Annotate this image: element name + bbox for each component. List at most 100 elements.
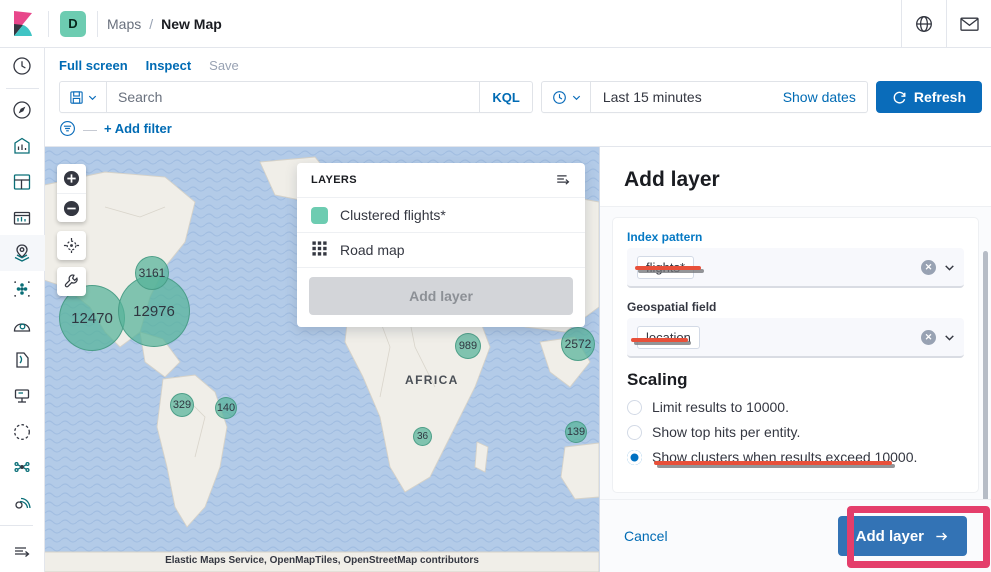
scaling-option-limit[interactable]: Limit results to 10000.	[627, 399, 964, 415]
add-layer-flyout: Add layer Index pattern flights* ✕ Geosp…	[599, 147, 991, 572]
kibana-logo-icon[interactable]	[0, 0, 48, 48]
zoom-in-button[interactable]	[57, 164, 86, 193]
query-language-button[interactable]: KQL	[479, 81, 531, 113]
fit-to-data-control	[57, 231, 86, 260]
sidebar-item-apm[interactable]	[0, 378, 45, 414]
sidebar-item-visualize[interactable]	[0, 128, 45, 164]
chevron-down-icon[interactable]	[943, 331, 956, 344]
grid-tiles-icon	[311, 240, 328, 260]
cancel-button[interactable]: Cancel	[624, 528, 668, 544]
saved-query-popover-button[interactable]	[60, 81, 107, 113]
radio-button-selected[interactable]	[627, 449, 642, 465]
map-attribution: Elastic Maps Service, OpenMapTiles, Open…	[165, 555, 479, 566]
sidebar-item-maps[interactable]	[0, 235, 45, 272]
radio-button[interactable]	[627, 399, 642, 415]
primary-sidebar	[0, 48, 45, 572]
fit-to-data-button[interactable]	[57, 231, 86, 260]
app-toolbar: Full screen Inspect Save Search KQL Last…	[45, 48, 991, 147]
add-layer-submit-label: Add layer	[855, 527, 924, 545]
layers-panel-title: LAYERS	[311, 174, 358, 186]
radio-button[interactable]	[627, 424, 642, 440]
clock-icon	[552, 90, 566, 104]
breadcrumb-maps[interactable]: Maps	[107, 16, 141, 32]
geospatial-field-label: Geospatial field	[627, 300, 717, 314]
add-layer-submit-button[interactable]: Add layer	[837, 516, 967, 556]
crosshair-icon	[63, 237, 80, 254]
sidebar-item-recently-viewed[interactable]	[0, 48, 45, 84]
sidebar-item-dashboard[interactable]	[0, 164, 45, 200]
mail-icon[interactable]	[946, 0, 991, 48]
layer-swatch-icon	[311, 206, 328, 224]
cluster-marker[interactable]: 3161	[135, 256, 169, 290]
scaling-title: Scaling	[627, 370, 688, 389]
map-tools-control	[57, 267, 86, 296]
sidebar-item-logs[interactable]	[0, 342, 45, 378]
layer-item-clustered-flights[interactable]: Clustered flights*	[297, 198, 585, 233]
sidebar-divider-bottom	[0, 525, 33, 526]
breadcrumb-separator: /	[149, 15, 154, 32]
inspect-button[interactable]: Inspect	[146, 58, 192, 73]
wrench-icon	[64, 274, 78, 288]
layer-settings-card: Index pattern flights* ✕ Geospatial fiel…	[612, 217, 979, 493]
index-pattern-label: Index pattern	[627, 230, 703, 244]
sidebar-footer	[0, 521, 45, 572]
search-bar[interactable]: Search KQL	[59, 81, 533, 113]
header-actions	[901, 0, 991, 48]
annotation-underline-scaling-option	[654, 461, 892, 465]
cluster-marker[interactable]: 36	[413, 427, 432, 446]
cluster-marker[interactable]: 989	[455, 333, 481, 359]
breadcrumb: Maps / New Map	[98, 16, 222, 32]
arrow-right-icon	[936, 532, 948, 540]
collapse-right-icon[interactable]	[555, 171, 571, 190]
flyout-footer: Cancel Add layer	[600, 499, 991, 572]
clear-circle-icon[interactable]: ✕	[921, 259, 936, 275]
cluster-marker[interactable]: 139	[565, 421, 587, 443]
cluster-marker[interactable]: 2572	[561, 327, 595, 361]
add-filter-button[interactable]: + Add filter	[104, 121, 172, 136]
cluster-marker[interactable]: 140	[215, 397, 237, 419]
map-tools-button[interactable]	[57, 267, 86, 296]
flyout-scrollbar[interactable]	[983, 251, 988, 499]
scaling-option-label: Show top hits per entity.	[652, 424, 801, 440]
zoom-out-button[interactable]	[57, 193, 86, 222]
time-picker[interactable]: Last 15 minutes Show dates	[540, 81, 868, 113]
refresh-button[interactable]: Refresh	[875, 81, 982, 113]
layer-item-road-map[interactable]: Road map	[297, 233, 585, 268]
search-input[interactable]: Search	[107, 89, 479, 105]
filter-separator: —	[83, 120, 97, 137]
annotation-underline-geospatial-field	[631, 338, 688, 342]
help-icon[interactable]	[901, 0, 946, 48]
show-dates-button[interactable]: Show dates	[772, 89, 867, 105]
space-avatar[interactable]: D	[60, 10, 86, 37]
flyout-body: Index pattern flights* ✕ Geospatial fiel…	[600, 207, 991, 499]
sidebar-item-siem[interactable]	[0, 450, 45, 486]
sidebar-item-discover[interactable]	[0, 93, 45, 129]
scaling-option-top-hits[interactable]: Show top hits per entity.	[627, 424, 964, 440]
layers-panel-header: LAYERS	[297, 163, 585, 198]
minus-icon	[63, 200, 80, 216]
save-button: Save	[209, 58, 239, 73]
full-screen-button[interactable]: Full screen	[59, 58, 128, 73]
sidebar-item-canvas[interactable]	[0, 200, 45, 236]
cluster-marker[interactable]: 329	[170, 393, 194, 417]
flyout-header: Add layer	[600, 147, 991, 207]
geospatial-field-value: location	[637, 325, 700, 349]
sidebar-item-uptime[interactable]	[0, 414, 45, 450]
collapse-nav-icon[interactable]	[0, 530, 45, 572]
time-range-value[interactable]: Last 15 minutes	[591, 89, 714, 105]
combobox-controls: ✕	[921, 329, 956, 345]
query-bar-row: Search KQL Last 15 minutes Show dates Re…	[45, 77, 991, 113]
quick-select-button[interactable]	[542, 81, 591, 113]
header-divider	[48, 10, 49, 37]
sidebar-item-dev-tools[interactable]	[0, 485, 45, 521]
breadcrumb-new-map[interactable]: New Map	[161, 16, 222, 32]
sidebar-item-infrastructure[interactable]	[0, 307, 45, 343]
filter-icon[interactable]	[59, 120, 76, 137]
layer-item-label: Road map	[340, 242, 405, 258]
clear-circle-icon[interactable]: ✕	[921, 329, 936, 345]
plus-icon	[63, 170, 80, 187]
combobox-controls: ✕	[921, 259, 956, 275]
chevron-down-icon[interactable]	[943, 261, 956, 274]
sidebar-item-machine-learning[interactable]	[0, 271, 45, 307]
layers-panel: LAYERS Clustered flights* Road map Add l…	[297, 163, 585, 327]
